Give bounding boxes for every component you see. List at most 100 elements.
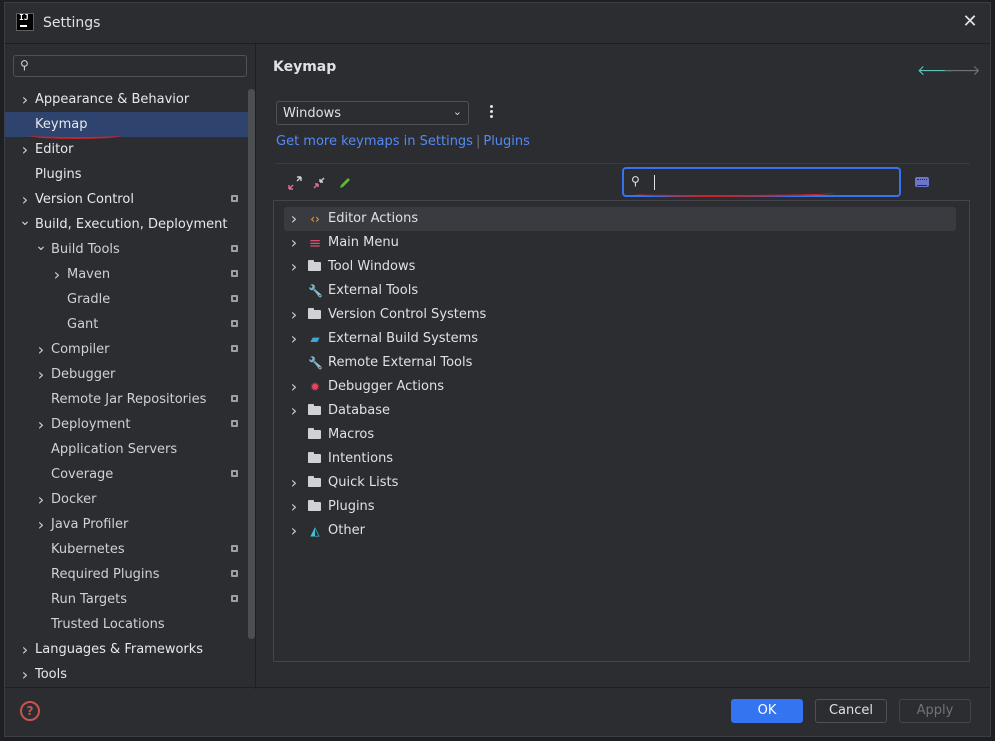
expand-all-icon[interactable] — [287, 175, 303, 191]
chevron-right-icon[interactable]: › — [35, 412, 47, 437]
chevron-right-icon[interactable]: › — [35, 362, 47, 387]
close-icon[interactable]: ✕ — [960, 12, 980, 32]
sidebar-divider — [255, 44, 256, 689]
chevron-right-icon[interactable]: › — [288, 495, 300, 519]
get-more-keymaps-link[interactable]: Get more keymaps in Settings — [276, 134, 473, 149]
action-group-tool-windows[interactable]: › Tool Windows — [284, 255, 956, 279]
chevron-right-icon[interactable]: › — [51, 262, 63, 287]
action-group-debugger-actions[interactable]: › ✹ Debugger Actions — [284, 375, 956, 399]
sidebar-item-languages-frameworks[interactable]: › Languages & Frameworks — [5, 637, 255, 662]
settings-dialog: IJ Settings ✕ ⚲ › Appearance & Behavior Ke… — [4, 2, 991, 737]
basket-icon: ◭ — [310, 524, 320, 538]
project-level-icon — [231, 545, 238, 552]
forward-arrow-icon[interactable]: 🡒 — [943, 62, 981, 79]
settings-tree: › Appearance & Behavior Keymap › Editor Plugi… — [5, 87, 255, 687]
sidebar-item-deployment[interactable]: › Deployment — [5, 412, 255, 437]
sidebar-item-label: Docker — [51, 492, 97, 507]
search-icon: ⚲ — [20, 58, 29, 72]
chevron-down-icon[interactable]: ⌄ — [19, 209, 31, 234]
chevron-right-icon[interactable]: › — [19, 637, 31, 662]
action-group-remote-external-tools[interactable]: 🔧 Remote External Tools — [284, 351, 956, 375]
chevron-right-icon[interactable]: › — [288, 231, 300, 255]
sidebar-item-kubernetes[interactable]: Kubernetes — [5, 537, 255, 562]
sidebar-item-label: Tools — [35, 667, 68, 682]
chevron-right-icon[interactable]: › — [288, 327, 300, 351]
sidebar-item-debugger[interactable]: › Debugger — [5, 362, 255, 387]
action-group-quick-lists[interactable]: › Quick Lists — [284, 471, 956, 495]
sidebar-item-label: Java Profiler — [51, 517, 129, 532]
chevron-right-icon[interactable]: › — [35, 337, 47, 362]
sidebar-item-run-targets[interactable]: Run Targets — [5, 587, 255, 612]
chevron-right-icon[interactable]: › — [35, 487, 47, 512]
sidebar-item-trusted-locations[interactable]: Trusted Locations — [5, 612, 255, 637]
sidebar-item-docker[interactable]: › Docker — [5, 487, 255, 512]
sidebar-item-gant[interactable]: Gant — [5, 312, 255, 337]
chevron-right-icon[interactable]: › — [35, 512, 47, 537]
action-group-external-build-systems[interactable]: › ▰ External Build Systems — [284, 327, 956, 351]
sidebar-scrollbar[interactable] — [248, 89, 255, 639]
text-caret — [654, 175, 655, 190]
sidebar-item-version-control[interactable]: › Version Control — [5, 187, 255, 212]
sidebar-item-required-plugins[interactable]: Required Plugins — [5, 562, 255, 587]
chevron-right-icon[interactable]: › — [288, 303, 300, 327]
chevron-right-icon[interactable]: › — [288, 399, 300, 423]
folder-icon — [308, 452, 321, 463]
action-group-external-tools[interactable]: 🔧 External Tools — [284, 279, 956, 303]
sidebar-item-label: Compiler — [51, 342, 110, 357]
sidebar-item-label: Application Servers — [51, 442, 178, 457]
keymap-search-input[interactable] — [652, 172, 892, 192]
sidebar-item-build-tools[interactable]: ⌄ Build Tools — [5, 237, 255, 262]
sidebar-item-coverage[interactable]: Coverage — [5, 462, 255, 487]
chevron-right-icon[interactable]: › — [288, 519, 300, 543]
sidebar-item-tools[interactable]: › Tools — [5, 662, 255, 687]
folder-icon — [308, 500, 321, 511]
chevron-right-icon[interactable]: › — [288, 375, 300, 399]
chevron-down-icon[interactable]: ⌄ — [35, 234, 47, 259]
action-group-label: Plugins — [328, 499, 375, 514]
sidebar-item-application-servers[interactable]: Application Servers — [5, 437, 255, 462]
action-group-database[interactable]: › Database — [284, 399, 956, 423]
action-group-other[interactable]: › ◭ Other — [284, 519, 956, 543]
chevron-right-icon[interactable]: › — [19, 87, 31, 112]
keymap-select[interactable]: Windows ⌄ — [276, 101, 469, 125]
sidebar-item-plugins[interactable]: Plugins — [5, 162, 255, 187]
action-group-label: Main Menu — [328, 235, 399, 250]
chevron-right-icon[interactable]: › — [288, 207, 300, 231]
chevron-right-icon[interactable]: › — [288, 471, 300, 495]
find-by-shortcut-icon[interactable] — [915, 177, 929, 187]
link-separator: | — [475, 134, 481, 149]
sidebar-item-java-profiler[interactable]: › Java Profiler — [5, 512, 255, 537]
sidebar-search-field[interactable]: ⚲ — [13, 55, 247, 77]
chevron-right-icon[interactable]: › — [288, 255, 300, 279]
edit-icon[interactable] — [337, 175, 353, 191]
apply-button[interactable]: Apply — [899, 699, 971, 723]
sidebar-item-gradle[interactable]: Gradle — [5, 287, 255, 312]
sidebar-item-appearance-behavior[interactable]: › Appearance & Behavior — [5, 87, 255, 112]
help-icon[interactable]: ? — [20, 701, 40, 721]
action-group-version-control-systems[interactable]: › Version Control Systems — [284, 303, 956, 327]
ok-button[interactable]: OK — [731, 699, 803, 723]
cancel-button[interactable]: Cancel — [815, 699, 887, 723]
chevron-right-icon[interactable]: › — [19, 137, 31, 162]
action-group-label: Debugger Actions — [328, 379, 444, 394]
sidebar-item-maven[interactable]: › Maven — [5, 262, 255, 287]
more-options-icon[interactable] — [488, 105, 496, 121]
chevron-down-icon: ⌄ — [452, 105, 462, 118]
project-level-icon — [231, 320, 238, 327]
chevron-right-icon[interactable]: › — [19, 662, 31, 687]
app-icon-text: IJ — [19, 13, 29, 22]
action-group-plugins[interactable]: › Plugins — [284, 495, 956, 519]
project-level-icon — [231, 595, 238, 602]
keymap-select-value: Windows — [283, 106, 342, 121]
sidebar-item-label: Appearance & Behavior — [35, 92, 190, 107]
action-group-editor-actions[interactable]: › ‹› Editor Actions — [284, 207, 956, 231]
action-group-macros[interactable]: Macros — [284, 423, 956, 447]
sidebar-item-editor[interactable]: › Editor — [5, 137, 255, 162]
sidebar-item-compiler[interactable]: › Compiler — [5, 337, 255, 362]
action-group-intentions[interactable]: Intentions — [284, 447, 956, 471]
project-level-icon — [231, 395, 238, 402]
action-group-main-menu[interactable]: › ≡ Main Menu — [284, 231, 956, 255]
plugins-link[interactable]: Plugins — [483, 134, 530, 149]
collapse-all-icon[interactable] — [311, 175, 327, 191]
sidebar-item-remote-jar-repositories[interactable]: Remote Jar Repositories — [5, 387, 255, 412]
